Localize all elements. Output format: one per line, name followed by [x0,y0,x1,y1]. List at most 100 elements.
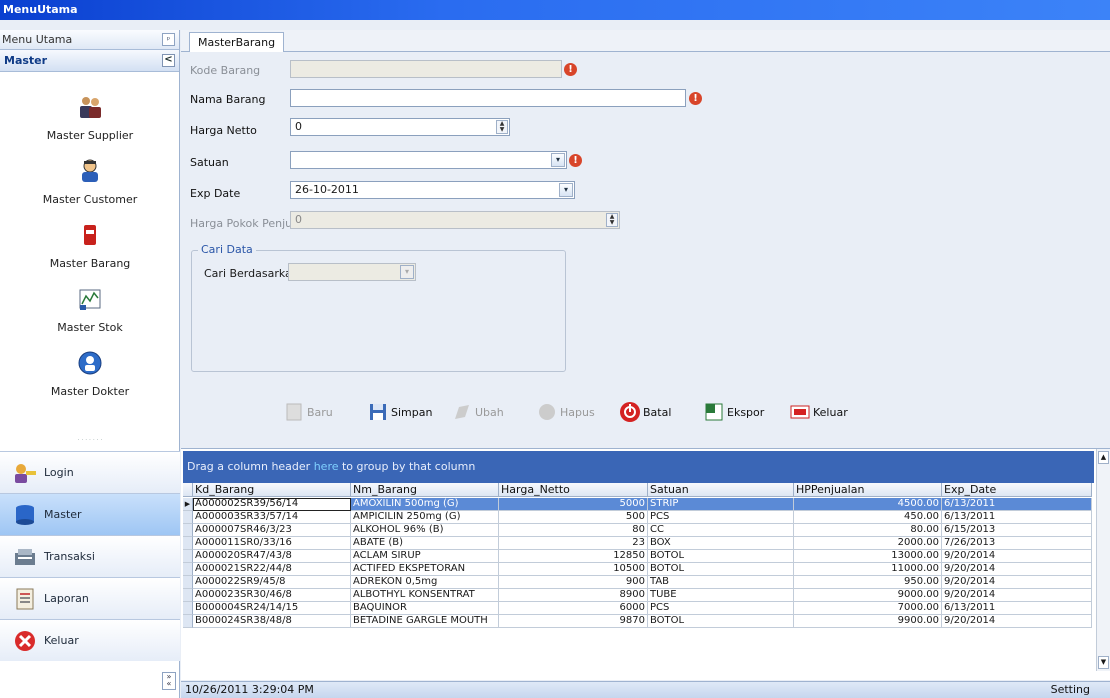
table-cell[interactable]: 2000.00 [794,537,942,550]
table-cell[interactable]: ACLAM SIRUP [351,550,499,563]
row-indicator[interactable] [183,576,193,589]
scroll-up-icon[interactable]: ▲ [1098,451,1109,464]
table-cell[interactable]: ALKOHOL 96% (B) [351,524,499,537]
group-panel[interactable]: Drag a column header here to group by th… [183,451,1094,483]
table-row[interactable]: B000024SR38/48/8 BETADINE GARGLE MOUTH 987… [183,615,1092,628]
nav-item-master-dokter[interactable]: Master Dokter [0,350,180,398]
table-cell[interactable]: CC [648,524,794,537]
nav-group-master[interactable]: Master < [0,50,179,72]
row-indicator[interactable] [183,537,193,550]
nav-button-login[interactable]: Login [0,451,180,493]
table-cell[interactable]: A000021SR22/44/8 [193,563,351,576]
tab-master-barang[interactable]: MasterBarang [189,32,285,53]
table-cell[interactable]: 6/15/2013 [942,524,1092,537]
table-cell[interactable]: 6/13/2011 [942,498,1092,511]
table-cell[interactable]: 9870 [499,615,648,628]
nav-button-master[interactable]: Master [0,493,180,535]
table-cell[interactable]: 80 [499,524,648,537]
table-row[interactable]: A000003SR33/57/14 AMPICILIN 250mg (G) 500 P… [183,511,1092,524]
table-cell[interactable]: A000020SR47/43/8 [193,550,351,563]
table-cell[interactable]: 11000.00 [794,563,942,576]
table-cell[interactable]: TUBE [648,589,794,602]
nav-button-keluar[interactable]: Keluar [0,619,180,661]
column-header-hppenjualan[interactable]: HPPenjualan [794,483,942,497]
table-cell[interactable]: 450.00 [794,511,942,524]
table-cell[interactable]: 80.00 [794,524,942,537]
table-cell[interactable]: B000024SR38/48/8 [193,615,351,628]
row-indicator[interactable] [183,563,193,576]
table-cell[interactable]: 9/20/2014 [942,576,1092,589]
table-cell[interactable]: BAQUINOR [351,602,499,615]
row-indicator[interactable] [183,524,193,537]
harga-pokok-input[interactable]: 0 ▲ ▼ [290,211,620,229]
harga-netto-input[interactable]: 0 ▲ ▼ [290,118,510,136]
table-cell[interactable]: ADREKON 0,5mg [351,576,499,589]
table-cell[interactable]: A000002SR39/56/14 [193,498,351,511]
kode-barang-input[interactable] [290,60,562,78]
table-cell[interactable]: 8900 [499,589,648,602]
table-cell[interactable]: 13000.00 [794,550,942,563]
nama-barang-input[interactable] [290,89,686,107]
table-cell[interactable]: A000011SR0/33/16 [193,537,351,550]
row-indicator[interactable] [183,550,193,563]
table-cell[interactable]: 9/20/2014 [942,589,1092,602]
chevron-down-icon[interactable]: ▾ [559,183,573,197]
table-cell[interactable]: BOTOL [648,563,794,576]
table-cell[interactable]: A000003SR33/57/14 [193,511,351,524]
table-cell[interactable]: BOTOL [648,615,794,628]
table-cell[interactable]: AMPICILIN 250mg (G) [351,511,499,524]
table-cell[interactable]: A000007SR46/3/23 [193,524,351,537]
table-row[interactable]: B000004SR24/14/15 BAQUINOR 6000 PCS 7000.00 6… [183,602,1092,615]
nav-item-master-barang[interactable]: Master Barang [0,222,180,270]
table-row[interactable]: A000021SR22/44/8 ACTIFED EKSPETORAN 10500 B… [183,563,1092,576]
table-cell[interactable]: 9/20/2014 [942,563,1092,576]
table-cell[interactable]: 12850 [499,550,648,563]
table-cell[interactable]: 5000 [499,498,648,511]
table-cell[interactable]: 950.00 [794,576,942,589]
table-cell[interactable]: 6/13/2011 [942,511,1092,524]
nav-item-master-customer[interactable]: Master Customer [0,158,180,206]
table-cell[interactable]: A000022SR9/45/8 [193,576,351,589]
table-cell[interactable]: 10500 [499,563,648,576]
table-cell[interactable]: 7000.00 [794,602,942,615]
chevron-down-icon[interactable]: ▾ [551,153,565,167]
table-cell[interactable]: PCS [648,602,794,615]
table-cell[interactable]: BETADINE GARGLE MOUTH [351,615,499,628]
nav-button-transaksi[interactable]: Transaksi [0,535,180,577]
table-cell[interactable]: STRIP [648,498,794,511]
cari-berdasarkan-select[interactable]: ▾ [288,263,416,281]
batal-button[interactable]: Batal [619,400,671,424]
table-cell[interactable]: 9/20/2014 [942,615,1092,628]
column-header-exp-date[interactable]: Exp_Date [942,483,1092,497]
nav-item-master-stok[interactable]: Master Stok [0,286,180,334]
hapus-button[interactable]: Hapus [536,400,595,424]
row-indicator[interactable]: ▶ [183,498,193,511]
exp-date-picker[interactable]: 26-10-2011 ▾ [290,181,575,199]
simpan-button[interactable]: Simpan [367,400,432,424]
column-header-harga-netto[interactable]: Harga_Netto [499,483,648,497]
table-cell[interactable]: 6/13/2011 [942,602,1092,615]
scroll-down-icon[interactable]: ▼ [1098,656,1109,669]
table-cell[interactable]: 9/20/2014 [942,550,1092,563]
row-indicator[interactable] [183,589,193,602]
chevron-down-icon[interactable]: » « [162,672,176,690]
table-cell[interactable]: ACTIFED EKSPETORAN [351,563,499,576]
table-cell[interactable]: AMOXILIN 500mg (G) [351,498,499,511]
splitter-grip[interactable]: · · · · · · · [0,438,180,446]
table-cell[interactable]: 7/26/2013 [942,537,1092,550]
keluar-button[interactable]: Keluar [789,400,848,424]
ekspor-button[interactable]: Ekspor [703,400,764,424]
grid-scrollbar[interactable]: ▲ ▼ [1096,449,1110,671]
setting-button[interactable]: Setting [1051,682,1090,698]
table-cell[interactable]: 6000 [499,602,648,615]
column-header-nm-barang[interactable]: Nm_Barang [351,483,499,497]
collapse-icon[interactable]: < [162,54,175,67]
pin-icon[interactable]: ᵖ [162,33,175,46]
table-cell[interactable]: ABATE (B) [351,537,499,550]
satuan-select[interactable]: ▾ [290,151,567,169]
table-cell[interactable]: ALBOTHYL KONSENTRAT [351,589,499,602]
table-row[interactable]: A000022SR9/45/8 ADREKON 0,5mg 900 TAB 950.00… [183,576,1092,589]
ubah-button[interactable]: Ubah [451,400,504,424]
table-cell[interactable]: B000004SR24/14/15 [193,602,351,615]
table-row[interactable]: A000020SR47/43/8 ACLAM SIRUP 12850 BOTOL 130… [183,550,1092,563]
